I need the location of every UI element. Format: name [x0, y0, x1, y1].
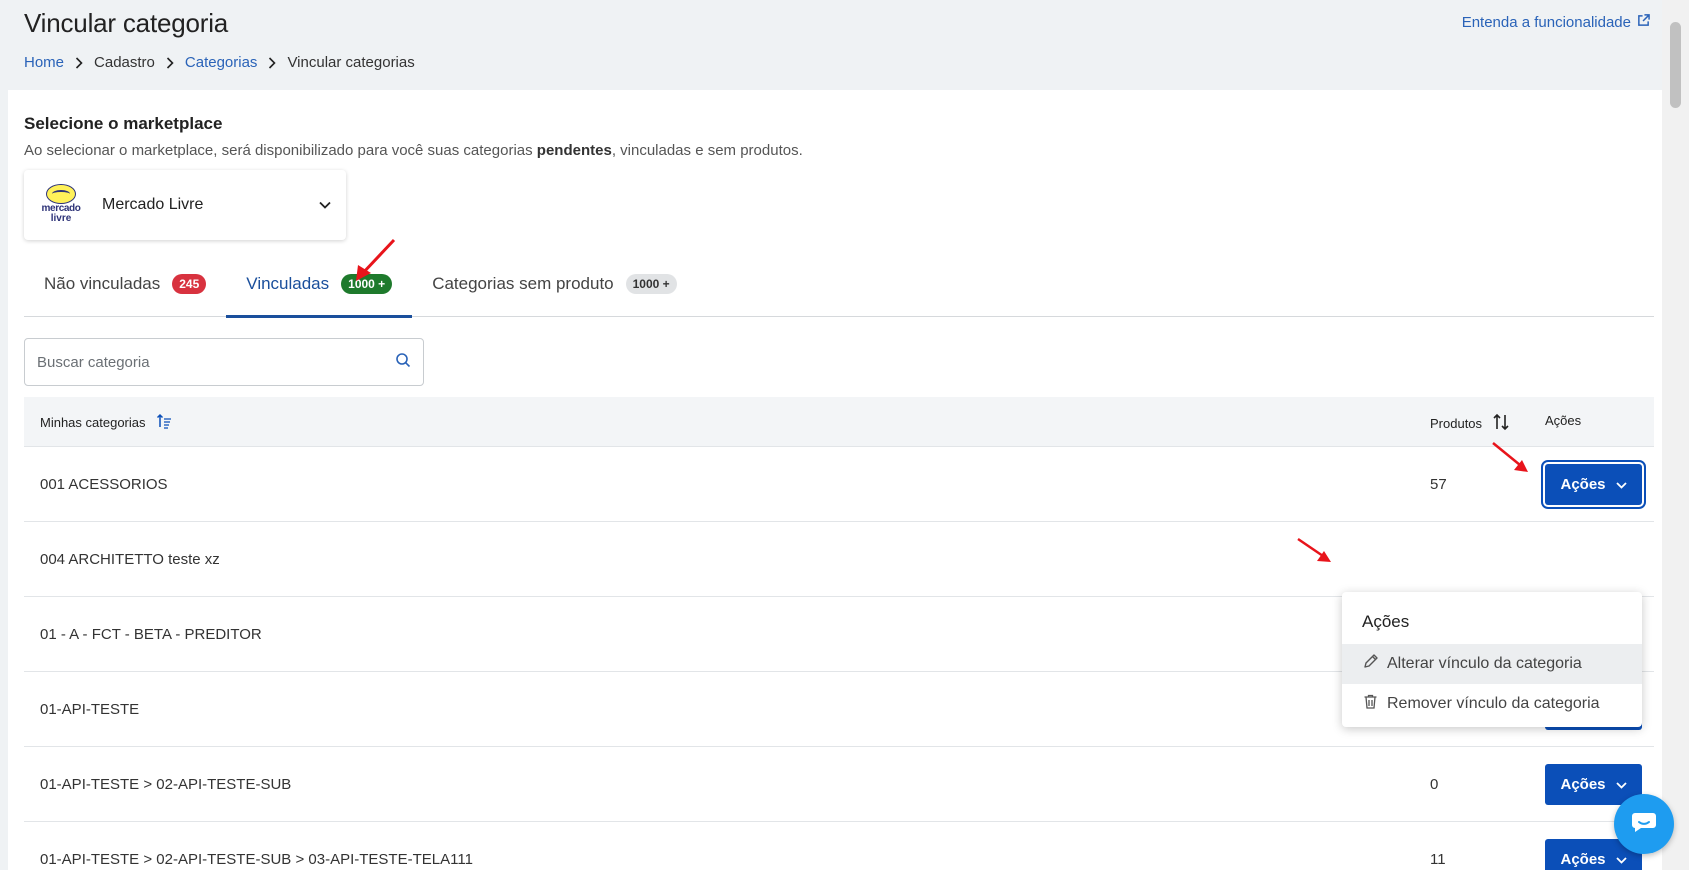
row-category: 001 ACESSORIOS	[40, 476, 168, 493]
row-products: 11	[1430, 851, 1446, 868]
chat-bubble-icon	[1631, 811, 1657, 838]
search-box	[24, 338, 424, 386]
table-row: 004 ARCHITETTO teste xz	[24, 522, 1654, 597]
marketplace-description: Ao selecionar o marketplace, será dispon…	[24, 142, 803, 159]
chevron-down-icon	[318, 198, 332, 212]
chevron-right-icon	[267, 56, 277, 70]
menu-item-alterar-vinculo[interactable]: Alterar vínculo da categoria	[1342, 644, 1642, 684]
tab-categorias-sem-produto[interactable]: Categorias sem produto 1000 +	[412, 250, 696, 317]
chevron-down-icon	[1615, 851, 1627, 868]
chevron-right-icon	[165, 56, 175, 70]
main-content: Selecione o marketplace Ao selecionar o …	[8, 90, 1662, 870]
chevron-down-icon	[1615, 776, 1627, 793]
actions-button[interactable]: Ações	[1541, 460, 1646, 509]
help-link-label: Entenda a funcionalidade	[1461, 14, 1631, 31]
external-link-icon	[1637, 14, 1650, 31]
marketplace-section-title: Selecione o marketplace	[24, 114, 223, 133]
pencil-icon	[1362, 653, 1379, 675]
breadcrumb-cadastro: Cadastro	[94, 54, 155, 71]
trash-icon	[1362, 693, 1379, 715]
mercado-livre-logo: mercado livre	[38, 184, 84, 226]
chat-button[interactable]	[1614, 794, 1674, 854]
table-row: 01-API-TESTE > 02-API-TESTE-SUB > 03-API…	[24, 822, 1654, 870]
marketplace-select[interactable]: mercado livre Mercado Livre	[24, 170, 346, 240]
breadcrumb-current: Vincular categorias	[287, 54, 415, 71]
sort-ascending-icon[interactable]	[156, 413, 172, 432]
column-header-category[interactable]: Minhas categorias	[40, 413, 172, 432]
tab-count-badge: 1000 +	[341, 273, 393, 294]
table-row: 01-API-TESTE > 02-API-TESTE-SUB 0 Ações	[24, 747, 1654, 822]
category-tabs: Não vinculadas 245 Vinculadas 1000 + Cat…	[24, 250, 1654, 318]
row-products: 0	[1430, 776, 1439, 793]
dropdown-title: Ações	[1362, 612, 1410, 631]
row-category: 01 - A - FCT - BETA - PREDITOR	[40, 626, 262, 643]
tab-count-badge: 1000 +	[625, 273, 677, 294]
search-icon[interactable]	[395, 352, 411, 373]
page-title: Vincular categoria	[24, 8, 229, 38]
scrollbar-thumb[interactable]	[1670, 22, 1681, 108]
row-category: 004 ARCHITETTO teste xz	[40, 551, 220, 568]
search-input[interactable]	[37, 353, 395, 371]
column-header-actions: Ações	[1545, 413, 1582, 428]
row-products: 57	[1430, 476, 1447, 493]
marketplace-selected-value: Mercado Livre	[102, 196, 204, 213]
column-header-products[interactable]: Produtos	[1430, 413, 1510, 434]
help-link[interactable]: Entenda a funcionalidade	[1462, 14, 1650, 31]
tab-vinculadas[interactable]: Vinculadas 1000 +	[226, 250, 413, 318]
breadcrumb-home[interactable]: Home	[24, 54, 64, 71]
menu-item-remover-vinculo[interactable]: Remover vínculo da categoria	[1342, 684, 1642, 724]
table-row: 001 ACESSORIOS 57 Ações	[24, 447, 1654, 522]
row-category: 01-API-TESTE > 02-API-TESTE-SUB	[40, 776, 292, 793]
row-category: 01-API-TESTE > 02-API-TESTE-SUB > 03-API…	[40, 851, 473, 868]
row-category: 01-API-TESTE	[40, 701, 140, 718]
vertical-scrollbar[interactable]	[1662, 0, 1689, 870]
table-header: Minhas categorias Produtos Ações	[24, 397, 1654, 447]
actions-dropdown-menu: Ações Alterar vínculo da categoria Remov…	[1342, 592, 1642, 727]
chevron-down-icon	[1615, 476, 1627, 493]
breadcrumb: Home Cadastro Categorias Vincular catego…	[24, 54, 415, 71]
sort-toggle-icon[interactable]	[1492, 413, 1510, 434]
chevron-right-icon	[74, 56, 84, 70]
breadcrumb-categorias[interactable]: Categorias	[185, 54, 258, 71]
tab-count-badge: 245	[172, 273, 207, 294]
tab-nao-vinculadas[interactable]: Não vinculadas 245	[24, 250, 226, 317]
page-header: Vincular categoria Entenda a funcionalid…	[0, 0, 1662, 90]
